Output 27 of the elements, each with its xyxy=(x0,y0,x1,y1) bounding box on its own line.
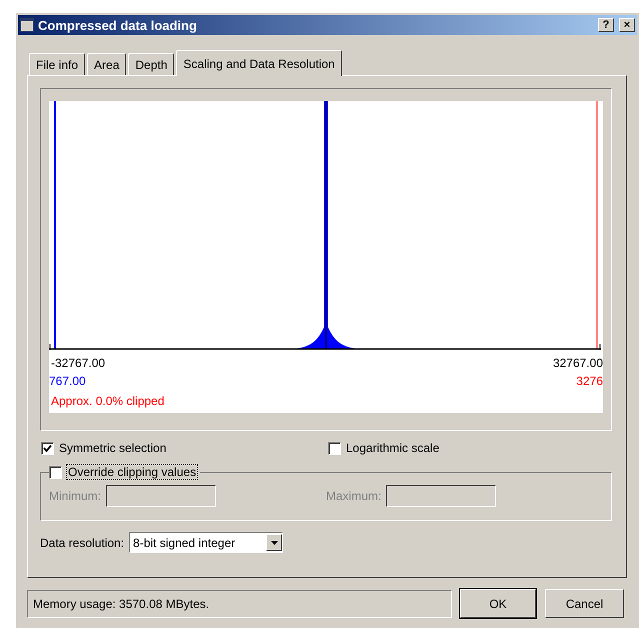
tab[interactable]: File info xyxy=(29,53,86,75)
checkbox-label[interactable]: Logarithmic scale xyxy=(346,441,440,455)
field-label: Data resolution: xyxy=(40,536,124,550)
checkbox-label[interactable]: Symmetric selection xyxy=(59,441,166,455)
close-button[interactable]: × xyxy=(619,18,635,32)
high-value-label: 3276 xyxy=(576,374,603,388)
checkbox[interactable] xyxy=(41,442,54,454)
status-field: Memory usage: 3570.08 MBytes. xyxy=(27,590,452,618)
caret-icon xyxy=(266,534,282,551)
window-title: Compressed data loading xyxy=(38,18,198,32)
checkbox[interactable] xyxy=(328,442,341,454)
low-value-label: 767.00 xyxy=(49,374,86,388)
tab[interactable]: Depth xyxy=(128,53,174,75)
field-label: Minimum: xyxy=(49,489,102,503)
ok-button[interactable]: OK xyxy=(460,589,536,618)
axis-min-label: -32767.00 xyxy=(51,356,106,370)
help-button[interactable]: ? xyxy=(598,18,614,32)
tab[interactable]: Area xyxy=(87,53,126,75)
clipped-note: Approx. 0.0% clipped xyxy=(50,393,166,408)
axis-max-label: 32767.00 xyxy=(552,356,603,370)
checkbox-label[interactable]: Override clipping values xyxy=(67,465,198,479)
tab[interactable]: Scaling and Data Resolution xyxy=(176,50,342,76)
field-label: Maximum: xyxy=(326,489,382,503)
checkbox[interactable] xyxy=(49,466,62,478)
resolution-dropdown[interactable]: 8-bit signed integer xyxy=(129,532,284,553)
cancel-button[interactable]: Cancel xyxy=(545,589,624,618)
window-icon xyxy=(20,18,34,32)
